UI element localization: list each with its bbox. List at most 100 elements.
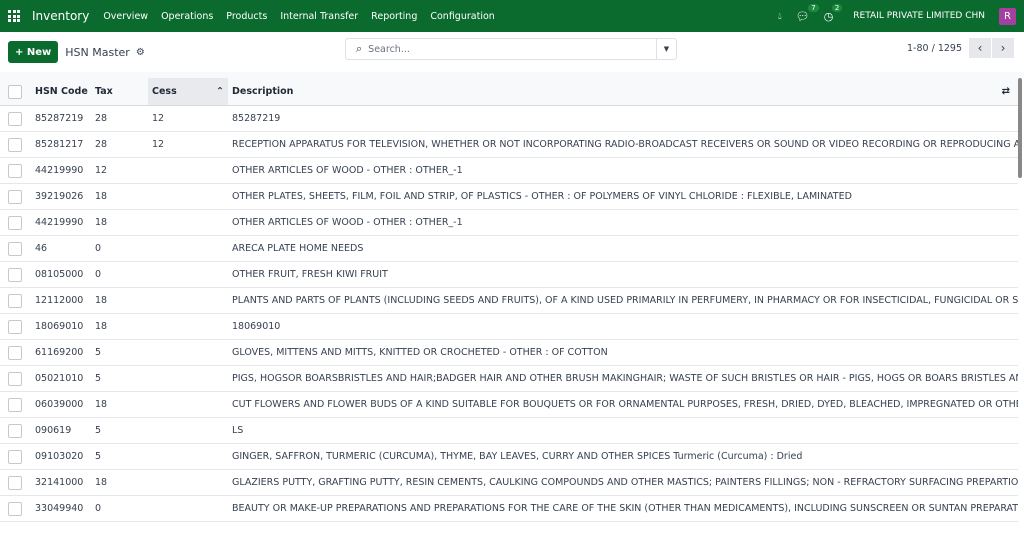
row-checkbox[interactable] [8,423,22,438]
cell-cess [148,392,228,417]
droplet-icon[interactable]: 💧︎ [778,11,782,22]
row-checkbox[interactable] [8,293,22,308]
select-all-checkbox[interactable] [8,84,22,99]
search-input[interactable]: Search... [368,44,656,55]
cell-description: BEAUTY OR MAKE-UP PREPARATIONS AND PREPA… [232,503,1018,514]
search-options-toggle[interactable]: ▼ [656,39,676,59]
column-description[interactable]: Description [228,86,1002,97]
row-checkbox[interactable] [8,137,22,152]
cell-description: 18069010 [232,321,281,332]
table-row[interactable]: 32141000 18 GLAZIERS PUTTY, GRAFTING PUT… [0,470,1018,496]
cell-description: GINGER, SAFFRON, TURMERIC (CURCUMA), THY… [232,451,803,462]
cell-cess [148,366,228,391]
table-row[interactable]: 18069010 18 18069010 [0,314,1018,340]
cell-cess [148,236,228,261]
pager-next-button[interactable]: › [992,38,1014,58]
cell-hsn-code: 61169200 [35,347,84,358]
row-checkbox[interactable] [8,371,22,386]
app-menu-icon[interactable] [8,10,20,22]
menu-configuration[interactable]: Configuration [430,11,494,22]
row-checkbox[interactable] [8,345,22,360]
sort-asc-icon: ⌃ [216,86,224,97]
table-row[interactable]: 33049940 0 BEAUTY OR MAKE-UP PREPARATION… [0,496,1018,522]
cell-description: RECEPTION APPARATUS FOR TELEVISION, WHET… [232,139,1018,150]
column-hsn-code[interactable]: HSN Code [35,86,95,97]
cell-hsn-code: 06039000 [35,399,84,410]
table-row[interactable]: 61169200 5 GLOVES, MITTENS AND MITTS, KN… [0,340,1018,366]
activities-icon[interactable]: ◷ 2 [824,3,843,23]
table-row[interactable]: 09103020 5 GINGER, SAFFRON, TURMERIC (CU… [0,444,1018,470]
cell-tax: 18 [95,477,108,488]
cell-tax: 18 [95,217,108,228]
menu-operations[interactable]: Operations [161,11,213,22]
row-checkbox[interactable] [8,267,22,282]
table-row[interactable]: 44219990 18 OTHER ARTICLES OF WOOD - OTH… [0,210,1018,236]
cell-cess [148,444,228,469]
cell-cess [148,418,228,443]
table-row[interactable]: 090619 5 LS [0,418,1018,444]
table-row[interactable]: 39219026 18 OTHER PLATES, SHEETS, FILM, … [0,184,1018,210]
row-checkbox[interactable] [8,501,22,516]
menu-internal-transfer[interactable]: Internal Transfer [280,11,358,22]
company-switcher[interactable]: RETAIL PRIVATE LIMITED CHN [853,11,985,21]
cell-cess [148,184,228,209]
row-checkbox[interactable] [8,241,22,256]
column-cess[interactable]: Cess ⌃ [148,78,228,105]
pager-value[interactable]: 1-80 / 1295 [907,43,962,54]
cell-hsn-code: 85287219 [35,113,84,124]
menu-overview[interactable]: Overview [103,11,148,22]
cell-hsn-code: 090619 [35,425,72,436]
cell-tax: 0 [95,269,102,280]
page-title: HSN Master [65,45,130,59]
search-bar[interactable]: ⌕ Search... ▼ [345,38,677,60]
scrollbar[interactable] [1018,78,1022,178]
table-row[interactable]: 08105000 0 OTHER FRUIT, FRESH KIWI FRUIT [0,262,1018,288]
table-row[interactable]: 46 0 ARECA PLATE HOME NEEDS [0,236,1018,262]
new-button[interactable]: + New [8,41,59,63]
cell-cess [148,496,228,521]
avatar[interactable]: R [999,7,1016,25]
table-row[interactable]: 85287219 28 12 85287219 [0,106,1018,132]
cell-tax: 12 [95,165,108,176]
row-checkbox[interactable] [8,189,22,204]
cell-hsn-code: 39219026 [35,191,84,202]
table-row[interactable]: 44219990 12 OTHER ARTICLES OF WOOD - OTH… [0,158,1018,184]
row-checkbox[interactable] [8,215,22,230]
table-row[interactable]: 85281217 28 12 RECEPTION APPARATUS FOR T… [0,132,1018,158]
table-row[interactable]: 05021010 5 PIGS, HOGSOR BOARSBRISTLES AN… [0,366,1018,392]
activities-count: 2 [831,3,843,12]
menu-reporting[interactable]: Reporting [371,11,417,22]
table-row[interactable]: 12112000 18 PLANTS AND PARTS OF PLANTS (… [0,288,1018,314]
cell-hsn-code: 33049940 [35,503,84,514]
pager-previous-button[interactable]: ‹ [969,38,991,58]
column-tax[interactable]: Tax [95,86,148,97]
cell-description: OTHER FRUIT, FRESH KIWI FRUIT [232,269,388,280]
cell-hsn-code: 09103020 [35,451,84,462]
messages-count: 7 [808,3,819,12]
row-checkbox[interactable] [8,449,22,464]
table-row[interactable]: 06039000 18 CUT FLOWERS AND FLOWER BUDS … [0,392,1018,418]
cell-cess [148,158,228,183]
cell-hsn-code: 18069010 [35,321,84,332]
control-panel: + New HSN Master ⚙ ⌕ Search... ▼ 1-80 / … [0,32,1024,72]
menu-products[interactable]: Products [226,11,267,22]
cell-tax: 5 [95,451,102,462]
row-checkbox[interactable] [8,397,22,412]
row-checkbox[interactable] [8,163,22,178]
column-cess-label: Cess [152,86,177,97]
gear-icon[interactable]: ⚙ [136,47,145,58]
row-checkbox[interactable] [8,111,22,126]
cell-cess [148,340,228,365]
messages-icon[interactable]: 💬︎ 7 [796,3,819,23]
optional-columns-icon[interactable]: ⇄ [1002,86,1010,97]
pager: 1-80 / 1295 ‹ › [907,38,1014,58]
cell-cess: 12 [152,139,165,150]
cell-tax: 5 [95,373,102,384]
cell-description: GLOVES, MITTENS AND MITTS, KNITTED OR CR… [232,347,608,358]
cell-description: ARECA PLATE HOME NEEDS [232,243,364,254]
plus-icon: + [15,46,27,58]
row-checkbox[interactable] [8,319,22,334]
row-checkbox[interactable] [8,475,22,490]
cell-cess [148,470,228,495]
app-name[interactable]: Inventory [32,9,89,23]
